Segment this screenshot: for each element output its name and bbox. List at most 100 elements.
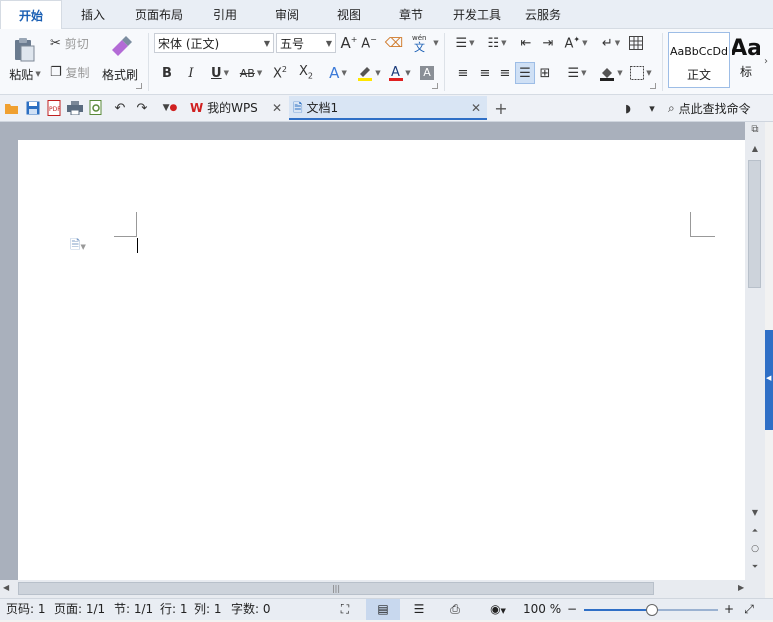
align-left-icon[interactable]: ≡ (454, 63, 472, 83)
font-name-select[interactable]: 宋体 (正文) ▼ (154, 33, 274, 53)
reading-mode-icon[interactable]: ◉▼ (484, 599, 512, 620)
tab-cloud[interactable]: 云服务 (518, 0, 568, 28)
side-panel-tab[interactable]: ◀ (765, 330, 773, 430)
page-view-icon[interactable]: ▤ (366, 599, 400, 620)
outline-view-icon[interactable]: ☰ (410, 599, 428, 620)
paste-icon[interactable] (6, 33, 42, 65)
border-icon[interactable]: ▼ (628, 63, 654, 83)
text-effect-icon[interactable]: A ▼ (324, 63, 352, 83)
strike-icon[interactable]: AB ▼ (236, 63, 266, 83)
zoom-slider[interactable] (584, 604, 718, 616)
save-icon[interactable] (23, 98, 43, 118)
italic-icon[interactable]: I (182, 63, 200, 83)
paste-button[interactable]: 粘贴 ▼ (4, 65, 46, 83)
paragraph-layout-icon[interactable]: 🗎▼ (70, 236, 100, 254)
clear-format-icon[interactable]: ⌫ (384, 33, 404, 53)
web-view-icon[interactable]: ⎙ (446, 599, 464, 620)
scroll-thumb[interactable] (748, 160, 761, 288)
redo-icon[interactable]: ↷ (132, 98, 152, 118)
numbered-list-icon[interactable]: ☷ ▼ (482, 33, 512, 53)
zoom-level[interactable]: 100 % (523, 599, 561, 620)
feedback-icon[interactable]: ▾ (642, 98, 662, 118)
tab-references[interactable]: 引用 (202, 0, 248, 28)
pdf-icon[interactable]: PDF (44, 98, 64, 118)
distribute-icon[interactable]: ⊞ (536, 63, 554, 83)
font-color-icon[interactable]: A ▼ (386, 63, 414, 83)
change-case-icon[interactable]: A✦ ▼ (562, 33, 590, 53)
scroll-up-icon[interactable]: ▲ (749, 144, 761, 156)
format-painter-button[interactable]: 格式刷 (100, 65, 140, 83)
tab-home[interactable]: 开始 (0, 0, 62, 30)
cut-button[interactable]: ✂ 剪切 (50, 33, 98, 53)
bullet-list-icon[interactable]: ☰ ▼ (450, 33, 480, 53)
close-icon[interactable]: ✕ (471, 96, 481, 120)
tab-insert[interactable]: 插入 (70, 0, 116, 28)
status-row[interactable]: 行: 1 (160, 599, 188, 620)
align-center-icon[interactable]: ≡ (476, 63, 494, 83)
paragraph-mark-icon[interactable]: ↵ ▼ (598, 33, 624, 53)
line-spacing-icon[interactable]: ☰ ▼ (562, 63, 592, 83)
browse-object-icon[interactable]: ○ (749, 544, 761, 556)
tab-review[interactable]: 审阅 (264, 0, 310, 28)
skin-icon[interactable]: ◗ (618, 98, 638, 118)
clipboard-dialog-launcher[interactable] (136, 83, 142, 89)
justify-icon[interactable]: ☰ (515, 62, 535, 84)
vertical-scrollbar[interactable]: ⧉ ▲ ▼ ⏶ ○ ⏷ (745, 122, 765, 580)
undo-icon[interactable]: ↶ (110, 98, 130, 118)
char-shading-icon[interactable]: A (418, 63, 436, 83)
customize-quick-access-icon[interactable]: ▼ ● (160, 98, 180, 118)
zoom-out-icon[interactable]: − (566, 599, 578, 620)
status-words[interactable]: 字数: 0 (231, 599, 271, 620)
print-icon[interactable] (65, 98, 85, 118)
chevron-right-icon[interactable]: › (760, 51, 772, 71)
command-search[interactable]: ⌕ 点此查找命令 (668, 98, 768, 118)
brush-icon[interactable] (104, 33, 136, 61)
font-dialog-launcher[interactable] (432, 83, 438, 89)
shading-icon[interactable]: ▼ (596, 63, 626, 83)
document-page[interactable]: 🗎▼ (18, 140, 745, 580)
outdent-icon[interactable]: ⇤ (516, 33, 536, 53)
hscroll-thumb[interactable]: ||| (18, 582, 654, 595)
scroll-left-icon[interactable]: ◀ (3, 583, 9, 592)
underline-icon[interactable]: U ▼ (206, 63, 234, 83)
doc-tab-document1[interactable]: 🗎 文档1 ✕ (289, 96, 487, 120)
align-right-icon[interactable]: ≡ (496, 63, 514, 83)
status-page[interactable]: 页码: 1 (6, 599, 46, 620)
tab-page-layout[interactable]: 页面布局 (128, 0, 190, 28)
pinyin-icon[interactable]: wén 文 ▼ (410, 32, 440, 54)
horizontal-scrollbar[interactable]: ◀ ||| ▶ (0, 580, 765, 598)
font-grow-icon[interactable]: A+ (340, 33, 358, 53)
bold-icon[interactable]: B (158, 63, 176, 83)
status-section[interactable]: 节: 1/1 (114, 599, 153, 620)
tab-developer[interactable]: 开发工具 (446, 0, 508, 28)
preview-icon[interactable] (86, 98, 106, 118)
new-tab-button[interactable]: + (491, 98, 511, 118)
close-icon[interactable]: ✕ (272, 96, 282, 120)
style-heading[interactable]: Aa 标 (732, 32, 760, 88)
scroll-down-icon[interactable]: ▼ (749, 508, 761, 520)
table-icon[interactable] (626, 33, 646, 53)
prev-page-icon[interactable]: ⏶ (749, 526, 761, 538)
tab-view[interactable]: 视图 (326, 0, 372, 28)
superscript-icon[interactable]: X2 (270, 63, 290, 83)
open-icon[interactable] (2, 98, 22, 118)
style-normal[interactable]: AaBbCcDd 正文 (668, 32, 730, 88)
tab-chapter[interactable]: 章节 (388, 0, 434, 28)
zoom-in-icon[interactable]: + (723, 599, 735, 620)
status-pages[interactable]: 页面: 1/1 (54, 599, 105, 620)
fullscreen-icon[interactable]: ⛶ (336, 599, 354, 620)
split-view-icon[interactable]: ⧉ (749, 124, 761, 136)
fit-page-icon[interactable]: ⤢ (742, 599, 756, 620)
font-size-select[interactable]: 五号 ▼ (276, 33, 336, 53)
status-col[interactable]: 列: 1 (194, 599, 222, 620)
scroll-right-icon[interactable]: ▶ (738, 583, 744, 592)
highlight-icon[interactable]: ▼ (354, 63, 384, 83)
subscript-icon[interactable]: X2 (296, 63, 316, 83)
zoom-slider-thumb[interactable] (646, 604, 658, 616)
paragraph-dialog-launcher[interactable] (650, 83, 656, 89)
font-shrink-icon[interactable]: A− (360, 33, 378, 53)
next-page-icon[interactable]: ⏷ (749, 562, 761, 574)
copy-button[interactable]: ❐ 复制 (50, 62, 98, 82)
indent-icon[interactable]: ⇥ (538, 33, 558, 53)
doc-tab-my-wps[interactable]: W 我的WPS ✕ (186, 96, 286, 120)
